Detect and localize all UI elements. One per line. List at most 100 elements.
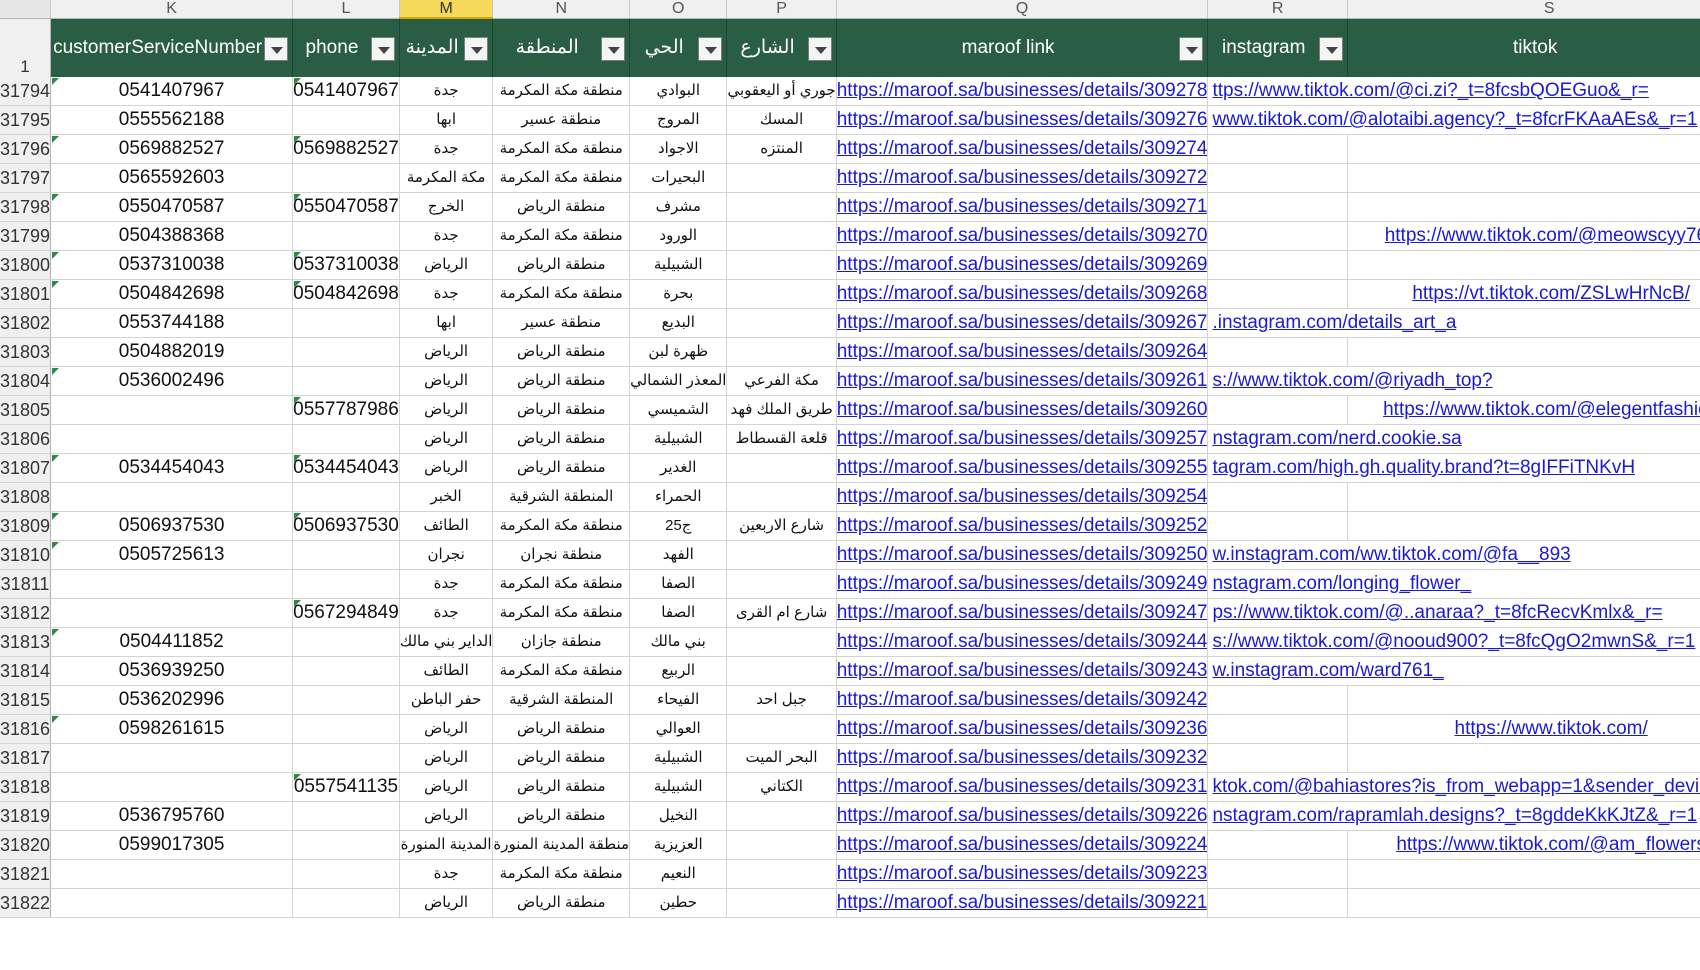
cell-street[interactable] — [726, 163, 837, 193]
cell-customer-service-number[interactable]: 0504411852 — [50, 627, 294, 657]
cell-district[interactable]: النعيم — [629, 859, 728, 889]
cell-district[interactable]: الصفا — [629, 569, 728, 599]
spreadsheet-grid[interactable]: KLMNOPQRSTUVW1customerServiceNumber phone… — [0, 0, 1700, 970]
cell-district[interactable]: الشبيلية — [629, 743, 728, 773]
cell-phone[interactable] — [292, 221, 400, 251]
cell-city[interactable]: الرياض — [399, 337, 494, 367]
cell-maroof-link[interactable]: https://maroof.sa/businesses/details/309… — [836, 511, 1209, 541]
cell-district[interactable]: الاجواد — [629, 134, 728, 164]
cell-city[interactable]: جدة — [399, 77, 494, 106]
cell-phone[interactable]: 0557787986 — [292, 395, 400, 425]
cell-street[interactable] — [726, 308, 837, 338]
row-number[interactable]: 31809 — [0, 511, 52, 541]
cell-street[interactable]: شارع الاربعين — [726, 511, 837, 541]
cell-instagram[interactable] — [1207, 337, 1348, 367]
cell-maroof-link-value[interactable]: https://maroof.sa/businesses/details/309… — [837, 863, 1207, 884]
cell-city[interactable]: جدة — [399, 859, 494, 889]
cell-maroof-link[interactable]: https://maroof.sa/businesses/details/309… — [836, 801, 1209, 831]
cell-instagram-value[interactable]: www.tiktok.com/@alotaibi.agency?_t=8fcrF… — [1212, 109, 1697, 130]
cell-tiktok-value[interactable]: https://www.tiktok.com/@am_flowers — [1396, 834, 1700, 855]
cell-street[interactable]: جوري أو اليعقوبي — [726, 77, 837, 106]
row-number[interactable]: 31821 — [0, 859, 52, 889]
cell-instagram[interactable] — [1207, 685, 1348, 715]
cell-customer-service-number[interactable] — [50, 743, 294, 773]
cell-street[interactable] — [726, 192, 837, 222]
filter-dropdown-icon[interactable] — [1179, 36, 1204, 61]
cell-city[interactable]: الخبر — [399, 482, 494, 512]
cell-maroof-link-value[interactable]: https://maroof.sa/businesses/details/309… — [837, 660, 1207, 681]
cell-city[interactable]: جدة — [399, 598, 494, 628]
cell-customer-service-number[interactable]: 0541407967 — [50, 77, 294, 106]
cell-maroof-link[interactable]: https://maroof.sa/businesses/details/309… — [836, 424, 1209, 454]
cell-city[interactable]: حفر الباطن — [399, 685, 494, 715]
cell-instagram[interactable]: ktok.com/@bahiastores?is_from_webapp=1&s… — [1207, 772, 1700, 802]
row-number[interactable]: 31803 — [0, 337, 52, 367]
cell-instagram[interactable] — [1207, 743, 1348, 773]
cell-district[interactable]: حطين — [629, 888, 728, 918]
cell-region[interactable]: منطقة مكة المكرمة — [492, 859, 631, 889]
cell-maroof-link-value[interactable]: https://maroof.sa/businesses/details/309… — [837, 370, 1207, 391]
cell-customer-service-number[interactable]: 0505725613 — [50, 540, 294, 570]
row-number[interactable]: 31805 — [0, 395, 52, 425]
cell-region[interactable]: منطقة مكة المكرمة — [492, 77, 631, 106]
cell-maroof-link-value[interactable]: https://maroof.sa/businesses/details/309… — [837, 225, 1207, 246]
cell-region[interactable]: منطقة الرياض — [492, 337, 631, 367]
filter-dropdown-icon[interactable] — [807, 36, 832, 61]
cell-district[interactable]: العزيزية — [629, 830, 728, 860]
cell-maroof-link[interactable]: https://maroof.sa/businesses/details/309… — [836, 163, 1209, 193]
cell-region[interactable]: منطقة مكة المكرمة — [492, 221, 631, 251]
cell-maroof-link-value[interactable]: https://maroof.sa/businesses/details/309… — [837, 254, 1207, 275]
row-number[interactable]: 31798 — [0, 192, 52, 222]
cell-customer-service-number[interactable] — [50, 772, 294, 802]
cell-maroof-link-value[interactable]: https://maroof.sa/businesses/details/309… — [837, 776, 1207, 797]
cell-instagram-value[interactable]: ps://www.tiktok.com/@..anaraa?_t=8fcRecv… — [1212, 602, 1662, 623]
cell-tiktok-value[interactable]: https://vt.tiktok.com/ZSLwHrNcB/ — [1412, 283, 1690, 304]
cell-street[interactable]: المنتزه — [726, 134, 837, 164]
cell-tiktok[interactable] — [1347, 192, 1700, 222]
cell-maroof-link[interactable]: https://maroof.sa/businesses/details/309… — [836, 685, 1209, 715]
cell-phone[interactable] — [292, 482, 400, 512]
cell-region[interactable]: منطقة الرياض — [492, 772, 631, 802]
cell-maroof-link[interactable]: https://maroof.sa/businesses/details/309… — [836, 772, 1209, 802]
row-number[interactable]: 31810 — [0, 540, 52, 570]
column-letter-m[interactable]: M — [399, 0, 494, 19]
cell-maroof-link[interactable]: https://maroof.sa/businesses/details/309… — [836, 743, 1209, 773]
cell-instagram[interactable]: nstagram.com/nerd.cookie.sa — [1207, 424, 1700, 454]
cell-region[interactable]: منطقة مكة المكرمة — [492, 511, 631, 541]
cell-customer-service-number[interactable] — [50, 859, 294, 889]
cell-maroof-link[interactable]: https://maroof.sa/businesses/details/309… — [836, 134, 1209, 164]
cell-maroof-link-value[interactable]: https://maroof.sa/businesses/details/309… — [837, 544, 1207, 565]
cell-instagram-value[interactable]: nstagram.com/rapramlah.designs?_t=8gddeK… — [1212, 805, 1697, 826]
cell-region[interactable]: المنطقة الشرقية — [492, 685, 631, 715]
cell-tiktok[interactable]: https://www.tiktok.com/@am_flowers — [1347, 830, 1700, 860]
cell-instagram-value[interactable]: w.instagram.com/ww.tiktok.com/@fa__893 — [1212, 544, 1570, 565]
column-letter-q[interactable]: Q — [836, 0, 1209, 19]
row-number[interactable]: 31819 — [0, 801, 52, 831]
column-letter-o[interactable]: O — [629, 0, 728, 19]
cell-district[interactable]: ظهرة لبن — [629, 337, 728, 367]
cell-instagram[interactable]: tagram.com/high.gh.quality.brand?t=8gIFF… — [1207, 453, 1700, 483]
row-number[interactable]: 31820 — [0, 830, 52, 860]
cell-district[interactable]: مشرف — [629, 192, 728, 222]
column-letter-r[interactable]: R — [1207, 0, 1348, 19]
cell-maroof-link-value[interactable]: https://maroof.sa/businesses/details/309… — [837, 602, 1207, 623]
cell-maroof-link[interactable]: https://maroof.sa/businesses/details/309… — [836, 656, 1209, 686]
cell-tiktok[interactable] — [1347, 511, 1700, 541]
cell-phone[interactable] — [292, 714, 400, 744]
cell-maroof-link[interactable]: https://maroof.sa/businesses/details/309… — [836, 569, 1209, 599]
column-letter-s[interactable]: S — [1347, 0, 1700, 19]
filter-dropdown-icon[interactable] — [464, 37, 489, 61]
cell-city[interactable]: جدة — [399, 569, 494, 599]
cell-city[interactable]: نجران — [399, 540, 494, 570]
cell-phone[interactable] — [292, 569, 400, 599]
cell-tiktok[interactable] — [1347, 163, 1700, 193]
row-number[interactable]: 31813 — [0, 627, 52, 657]
cell-customer-service-number[interactable]: 0536002496 — [50, 366, 294, 396]
cell-region[interactable]: منطقة الرياض — [492, 801, 631, 831]
cell-street[interactable] — [726, 540, 837, 570]
cell-phone[interactable] — [292, 337, 400, 367]
cell-instagram-value[interactable]: tagram.com/high.gh.quality.brand?t=8gIFF… — [1212, 457, 1635, 478]
cell-city[interactable]: المدينة المنورة — [399, 830, 494, 860]
cell-city[interactable]: الرياض — [399, 888, 494, 918]
cell-maroof-link-value[interactable]: https://maroof.sa/businesses/details/309… — [837, 892, 1207, 913]
